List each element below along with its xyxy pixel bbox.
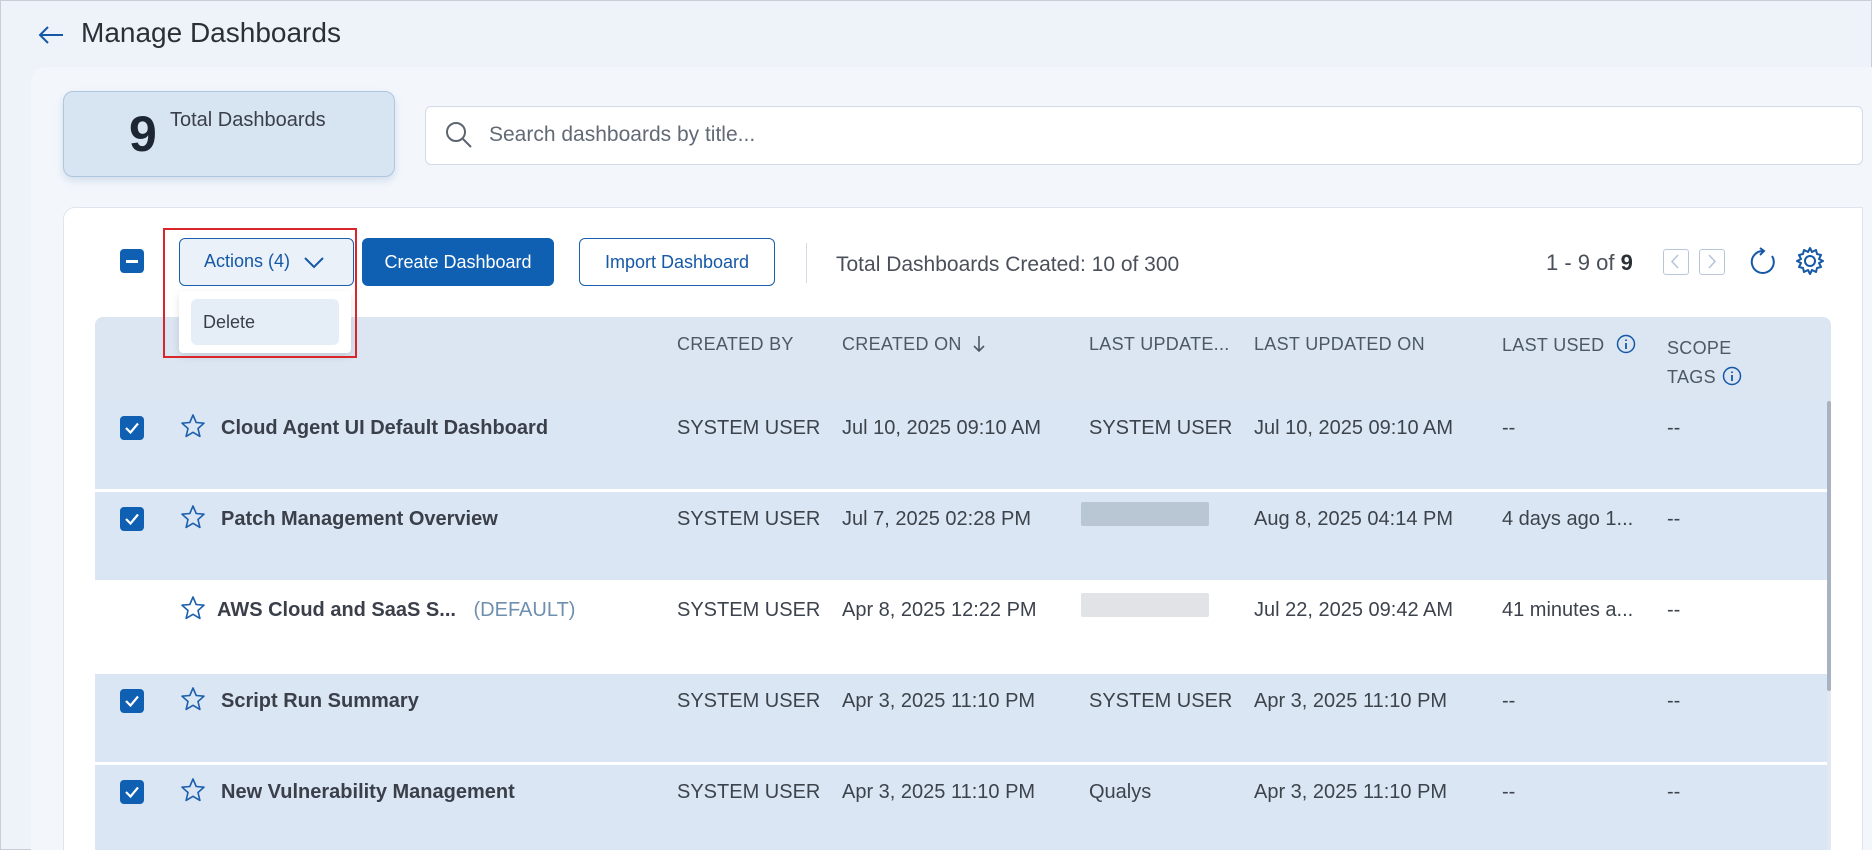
total-dashboards-label: Total Dashboards: [170, 109, 326, 131]
select-all-checkbox[interactable]: [120, 249, 144, 273]
scope-tags-cell: --: [1667, 690, 1681, 712]
star-icon[interactable]: [180, 777, 206, 803]
table-row[interactable]: [95, 674, 1827, 762]
created-on-cell: Apr 3, 2025 11:10 PM: [842, 690, 1036, 712]
dashboard-name-link[interactable]: Patch Management Overview: [221, 508, 498, 531]
search-input[interactable]: [489, 113, 1829, 157]
sort-down-icon: [973, 336, 985, 353]
last-updated-on-cell: Aug 8, 2025 04:14 PM: [1254, 508, 1454, 530]
last-used-cell: --: [1502, 781, 1516, 803]
dashboard-name-link[interactable]: Cloud Agent UI Default Dashboard: [221, 417, 548, 440]
last-updated-on-cell: Jul 10, 2025 09:10 AM: [1254, 417, 1454, 439]
back-arrow-icon[interactable]: [35, 19, 67, 51]
star-icon[interactable]: [180, 413, 206, 439]
dashboard-name-link[interactable]: AWS Cloud and SaaS S...: [217, 599, 456, 621]
column-created-on[interactable]: CREATED ON: [842, 334, 987, 355]
created-by-cell: SYSTEM USER: [677, 781, 821, 803]
column-last-used-label: LAST USED: [1502, 335, 1605, 355]
scope-tags-cell: --: [1667, 417, 1681, 439]
created-on-cell: Apr 8, 2025 12:22 PM: [842, 599, 1037, 621]
toolbar-divider: [806, 243, 807, 283]
import-dashboard-button[interactable]: Import Dashboard: [579, 238, 775, 286]
info-icon: [1722, 366, 1742, 386]
table-row[interactable]: [95, 765, 1827, 850]
scope-tags-cell: --: [1667, 508, 1681, 530]
created-by-cell: SYSTEM USER: [677, 599, 821, 621]
chevron-left-icon: [1670, 254, 1679, 269]
created-by-cell: SYSTEM USER: [677, 690, 821, 712]
pagination-text: 1 - 9 of 9: [1546, 250, 1633, 276]
star-icon[interactable]: [180, 686, 206, 712]
column-scope-tags-line2: TAGS: [1667, 367, 1716, 387]
table-row[interactable]: [95, 583, 1827, 671]
default-badge: (DEFAULT): [473, 599, 576, 621]
create-dashboard-button[interactable]: Create Dashboard: [362, 238, 554, 286]
row-checkbox[interactable]: [120, 507, 144, 531]
dashboard-name-link[interactable]: Script Run Summary: [221, 690, 419, 713]
column-created-by[interactable]: CREATED BY: [677, 334, 794, 355]
last-updated-by-cell: SYSTEM USER: [1089, 690, 1233, 712]
last-updated-by-cell: SYSTEM USER: [1089, 417, 1233, 439]
column-scope-tags[interactable]: SCOPE TAGS: [1667, 334, 1742, 392]
previous-page-button[interactable]: [1663, 249, 1689, 275]
info-icon: [1616, 334, 1635, 354]
created-by-cell: SYSTEM USER: [677, 417, 821, 439]
created-on-cell: Jul 10, 2025 09:10 AM: [842, 417, 1042, 439]
redacted-user: [1081, 502, 1209, 526]
scope-tags-cell: --: [1667, 781, 1681, 803]
total-dashboards-count: 9: [129, 106, 157, 162]
last-updated-on-cell: Apr 3, 2025 11:10 PM: [1254, 690, 1448, 712]
table-row[interactable]: [95, 401, 1827, 489]
pagination-total: 9: [1620, 250, 1633, 275]
redacted-user: [1081, 593, 1209, 617]
created-on-cell: Jul 7, 2025 02:28 PM: [842, 508, 1032, 530]
created-by-cell: SYSTEM USER: [677, 508, 821, 530]
row-checkbox[interactable]: [120, 780, 144, 804]
scope-tags-cell: --: [1667, 599, 1681, 621]
refresh-icon[interactable]: [1748, 247, 1778, 277]
pagination-range: 1 - 9 of: [1546, 250, 1615, 275]
table-row[interactable]: [95, 492, 1827, 580]
last-used-cell: --: [1502, 690, 1516, 712]
dashboard-name-cell: AWS Cloud and SaaS S... (DEFAULT): [217, 599, 575, 622]
row-checkbox[interactable]: [120, 416, 144, 440]
column-last-updated-on[interactable]: LAST UPDATED ON: [1254, 334, 1425, 355]
gear-icon[interactable]: [1794, 245, 1826, 277]
last-updated-on-cell: Apr 3, 2025 11:10 PM: [1254, 781, 1448, 803]
star-icon[interactable]: [180, 595, 206, 621]
page-title: Manage Dashboards: [81, 17, 341, 48]
last-updated-on-cell: Jul 22, 2025 09:42 AM: [1254, 599, 1454, 621]
search-icon: [443, 119, 475, 151]
row-checkbox[interactable]: [120, 689, 144, 713]
annotation-highlight-box: [163, 228, 357, 358]
column-created-on-label: CREATED ON: [842, 334, 962, 354]
next-page-button[interactable]: [1699, 249, 1725, 275]
last-used-cell: 4 days ago 1...: [1502, 508, 1634, 530]
total-created-text: Total Dashboards Created: 10 of 300: [836, 253, 1180, 276]
column-scope-tags-line1: SCOPE: [1667, 338, 1732, 358]
last-used-cell: 41 minutes a...: [1502, 599, 1634, 621]
created-on-cell: Apr 3, 2025 11:10 PM: [842, 781, 1036, 803]
column-last-updated-by[interactable]: LAST UPDATE...: [1089, 334, 1230, 355]
last-used-cell: --: [1502, 417, 1516, 439]
star-icon[interactable]: [180, 504, 206, 530]
scrollbar-thumb[interactable]: [1827, 401, 1831, 691]
dashboard-name-link[interactable]: New Vulnerability Management: [221, 781, 515, 804]
chevron-right-icon: [1708, 254, 1717, 269]
column-last-used[interactable]: LAST USED: [1502, 334, 1636, 356]
last-updated-by-cell: Qualys: [1089, 781, 1152, 803]
